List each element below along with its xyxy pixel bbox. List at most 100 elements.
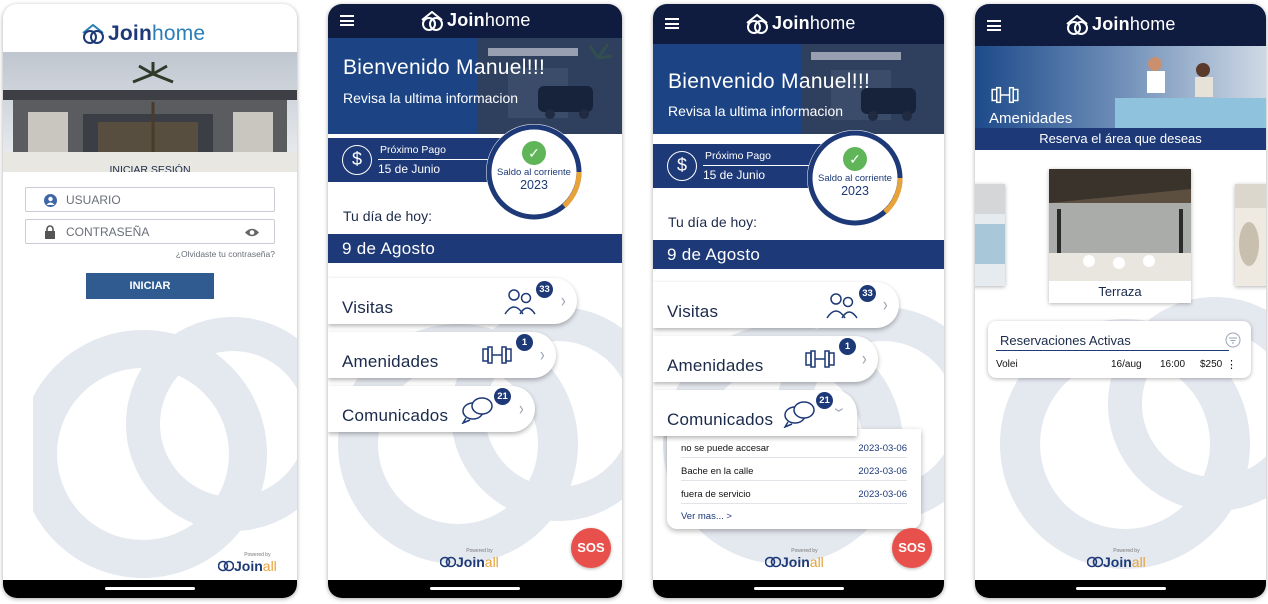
announcements-card[interactable]: Comunicados 21 › [328, 386, 535, 432]
next-payment-label: Próximo Pago [380, 144, 446, 156]
card-label: Visitas [667, 302, 719, 321]
logo-light: home [1129, 14, 1176, 34]
list-item[interactable]: fuera de servicio 2023-03-06 [681, 483, 907, 504]
logo-house-icon [1066, 14, 1088, 35]
home-indicator[interactable] [653, 580, 944, 598]
logo-house-icon [82, 24, 104, 44]
joinall-rings-icon [1087, 556, 1103, 568]
card-label: Visitas [342, 298, 394, 317]
top-bar: Join home [975, 4, 1266, 46]
logo-bold: Join [108, 22, 152, 45]
chat-bubbles-icon [461, 397, 493, 424]
login-button[interactable]: INICIAR [86, 273, 214, 299]
joinall-light: all [262, 558, 277, 574]
reservation-time: 16:00 [1160, 359, 1186, 370]
announcement-date: 2023-03-06 [858, 489, 907, 500]
announcement-title: no se puede accesar [681, 443, 770, 454]
see-more-link[interactable]: Ver mas... > [681, 511, 732, 522]
welcome-subtitle: Revisa la ultima informacion [343, 90, 519, 106]
joinhome-logo: Join home [420, 10, 531, 31]
password-placeholder: CONTRASEÑA [66, 225, 150, 239]
reservation-price: $250 [1200, 359, 1223, 370]
dollar-icon: $ [342, 145, 372, 175]
balance-status-ring[interactable]: ✓ Saldo al corriente 2023 [803, 126, 907, 230]
dumbbell-icon [482, 346, 512, 364]
joinall-light: all [809, 554, 824, 570]
next-payment-label: Próximo Pago [705, 150, 771, 162]
home-announcements-screen: Join home Bienvenido Manuel!!! Revisa la … [653, 4, 944, 598]
amenities-card[interactable]: Amenidades 1 › [653, 336, 878, 382]
card-label: Amenidades [667, 356, 764, 375]
check-icon: ✓ [843, 147, 867, 171]
home-indicator[interactable] [3, 580, 297, 598]
powered-by-joinall: Powered by Join all [440, 548, 499, 570]
amenity-card-pool[interactable] [975, 184, 1005, 286]
menu-icon[interactable] [987, 20, 1001, 31]
chevron-down-icon: › [829, 407, 852, 413]
amenities-card[interactable]: Amenidades 1 › [328, 332, 556, 378]
powered-by-joinall: Powered by Join all [218, 552, 277, 574]
logo-house-icon [421, 10, 443, 31]
eye-icon[interactable] [244, 227, 260, 238]
joinall-light: all [1131, 554, 1146, 570]
reservations-title: Reservaciones Activas [1000, 333, 1131, 348]
amenity-card-next[interactable] [1235, 184, 1266, 286]
amenities-subtitle: Reserva el área que deseas [975, 128, 1266, 150]
reservation-date: 16/aug [1111, 359, 1142, 370]
announcements-list: no se puede accesar 2023-03-06 Bache en l… [667, 429, 921, 529]
sos-button[interactable]: SOS [892, 528, 932, 568]
status-text: Saldo al corriente [818, 173, 892, 184]
date-bar: 9 de Agosto [653, 240, 944, 269]
amenity-card-terraza[interactable]: Terraza [1049, 169, 1191, 303]
announcement-date: 2023-03-06 [858, 466, 907, 477]
logo-light: home [484, 10, 531, 30]
status-year: 2023 [841, 184, 869, 198]
dumbbell-icon [805, 350, 835, 368]
visits-count-badge: 33 [859, 285, 876, 302]
filter-icon[interactable] [1225, 332, 1241, 348]
next-payment-banner[interactable]: $ Próximo Pago 15 de Junio [328, 138, 503, 182]
sos-button[interactable]: SOS [571, 528, 611, 568]
password-field[interactable]: CONTRASEÑA [25, 219, 275, 244]
balance-status-ring[interactable]: ✓ Saldo al corriente 2023 [482, 120, 586, 224]
logo-light: home [809, 13, 856, 33]
login-title: INICIAR SESIÓN [109, 164, 191, 172]
joinall-bold: Join [234, 558, 263, 574]
powered-by-joinall: Powered by Join all [1087, 548, 1146, 570]
home-screen: Join home Bienvenido Manuel!!! Revisa la … [328, 4, 622, 598]
terrace-photo [1049, 169, 1191, 281]
username-field[interactable]: USUARIO [25, 187, 275, 212]
home-indicator[interactable] [328, 580, 622, 598]
visits-card[interactable]: Visitas 33 › [328, 278, 577, 324]
list-item[interactable]: Bache en la calle 2023-03-06 [681, 460, 907, 481]
home-indicator[interactable] [975, 580, 1266, 598]
announcements-card[interactable]: Comunicados 21 › [653, 390, 857, 436]
joinall-bold: Join [456, 554, 485, 570]
status-text: Saldo al corriente [497, 167, 571, 178]
announcements-count-badge: 21 [816, 392, 833, 409]
menu-icon[interactable] [665, 18, 679, 29]
amenities-title: Amenidades [989, 110, 1073, 127]
date-bar: 9 de Agosto [328, 234, 622, 263]
list-item[interactable]: no se puede accesar 2023-03-06 [681, 437, 907, 458]
joinhome-logo: Join home [745, 13, 856, 34]
joinall-light: all [484, 554, 499, 570]
lock-icon [45, 225, 55, 239]
forgot-password-link[interactable]: ¿Olvidaste tu contraseña? [176, 249, 275, 259]
top-bar: Join home [653, 4, 944, 44]
welcome-subtitle: Revisa la ultima informacion [668, 103, 844, 119]
joinall-bold: Join [781, 554, 810, 570]
joinhome-logo: Join home [1065, 14, 1176, 35]
logo-house-icon [746, 13, 768, 34]
announcement-date: 2023-03-06 [858, 443, 907, 454]
next-payment-banner[interactable]: $ Próximo Pago 15 de Junio [653, 144, 823, 188]
login-screen: Join home INICIAR SESIÓN USUARIO CONTRASE… [3, 4, 297, 598]
amenities-hero: Amenidades [975, 46, 1266, 128]
reservation-options-icon[interactable]: ⋮ [1226, 358, 1237, 371]
visits-card[interactable]: Visitas 33 › [653, 282, 899, 328]
menu-icon[interactable] [340, 15, 354, 26]
username-placeholder: USUARIO [66, 193, 121, 207]
card-label: Amenidades [342, 352, 439, 371]
logo-bold: Join [447, 10, 485, 30]
day-label: Tu día de hoy: [668, 214, 757, 230]
